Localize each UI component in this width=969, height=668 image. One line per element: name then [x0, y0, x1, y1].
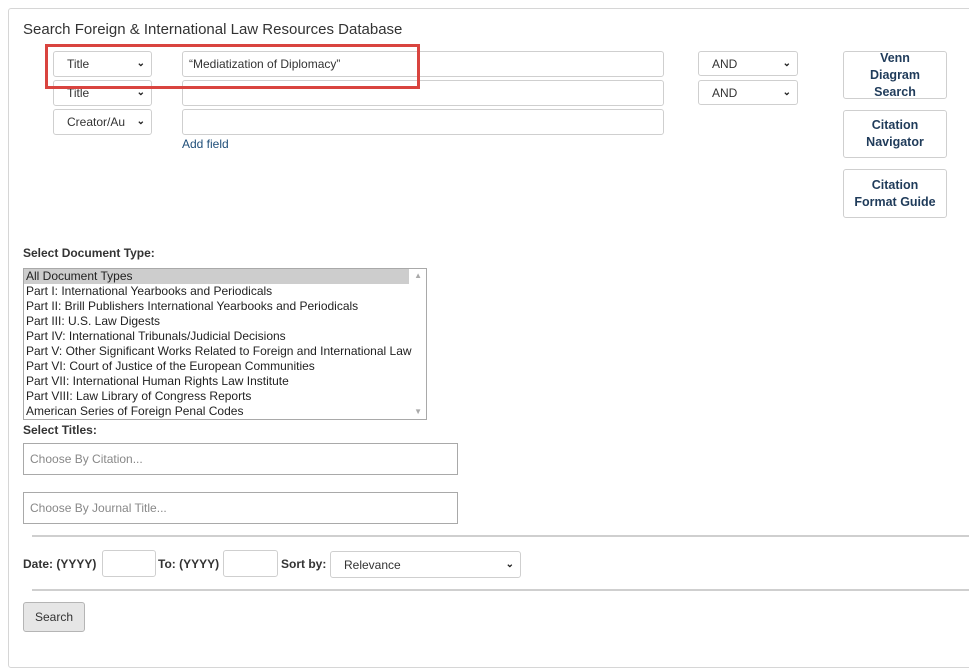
highlight-box: [45, 44, 420, 89]
chevron-down-icon: ⌄: [505, 558, 514, 570]
search-button[interactable]: Search: [23, 602, 85, 632]
chevron-down-icon: ⌄: [782, 86, 791, 98]
field-select-3-value: Creator/Au: [67, 115, 126, 129]
list-option[interactable]: Part VIII: Law Library of Congress Repor…: [24, 389, 426, 404]
list-option[interactable]: Part III: U.S. Law Digests: [24, 314, 426, 329]
document-type-listbox[interactable]: All Document Types Part I: International…: [23, 268, 427, 420]
divider: [32, 535, 969, 537]
scroll-up-icon[interactable]: ▲: [414, 271, 422, 280]
citation-format-guide-button[interactable]: Citation Format Guide: [843, 169, 947, 218]
date-to-label: To: (YYYY): [158, 557, 220, 571]
journal-title-input[interactable]: Choose By Journal Title...: [23, 492, 458, 524]
operator-select-2[interactable]: AND ⌄: [698, 80, 798, 105]
venn-diagram-search-button[interactable]: Venn Diagram Search: [843, 51, 947, 99]
citation-input[interactable]: Choose By Citation...: [23, 443, 458, 475]
list-option[interactable]: Part VII: International Human Rights Law…: [24, 374, 426, 389]
chevron-down-icon: ⌄: [782, 57, 791, 69]
list-option[interactable]: American Series of Foreign Penal Codes: [24, 404, 426, 419]
operator-select-1[interactable]: AND ⌄: [698, 51, 798, 76]
chevron-down-icon: ⌄: [136, 115, 145, 127]
select-titles-label: Select Titles:: [23, 423, 97, 437]
sort-by-value: Relevance: [344, 557, 401, 572]
operator-select-2-value: AND: [712, 85, 738, 100]
date-from-input[interactable]: [102, 550, 156, 577]
list-option[interactable]: All Document Types: [24, 269, 409, 284]
field-select-3[interactable]: Creator/Au ⌄: [53, 109, 152, 135]
divider: [32, 589, 969, 591]
search-term-input-3[interactable]: [182, 109, 664, 135]
page-title: Search Foreign & International Law Resou…: [23, 21, 403, 38]
list-option[interactable]: Part IV: International Tribunals/Judicia…: [24, 329, 426, 344]
operator-select-1-value: AND: [712, 56, 738, 71]
list-option[interactable]: Part II: Brill Publishers International …: [24, 299, 426, 314]
citation-navigator-button[interactable]: Citation Navigator: [843, 110, 947, 158]
scroll-down-icon[interactable]: ▼: [414, 407, 422, 416]
date-to-input[interactable]: [223, 550, 278, 577]
list-option[interactable]: Part VI: Court of Justice of the Europea…: [24, 359, 426, 374]
date-from-label: Date: (YYYY): [23, 557, 97, 571]
list-option[interactable]: Part V: Other Significant Works Related …: [24, 344, 426, 359]
add-field-link[interactable]: Add field: [182, 137, 229, 151]
document-type-label: Select Document Type:: [23, 246, 155, 260]
sort-by-select[interactable]: Relevance ⌄: [330, 551, 521, 578]
list-option[interactable]: Part I: International Yearbooks and Peri…: [24, 284, 426, 299]
sort-by-label: Sort by:: [281, 557, 327, 571]
